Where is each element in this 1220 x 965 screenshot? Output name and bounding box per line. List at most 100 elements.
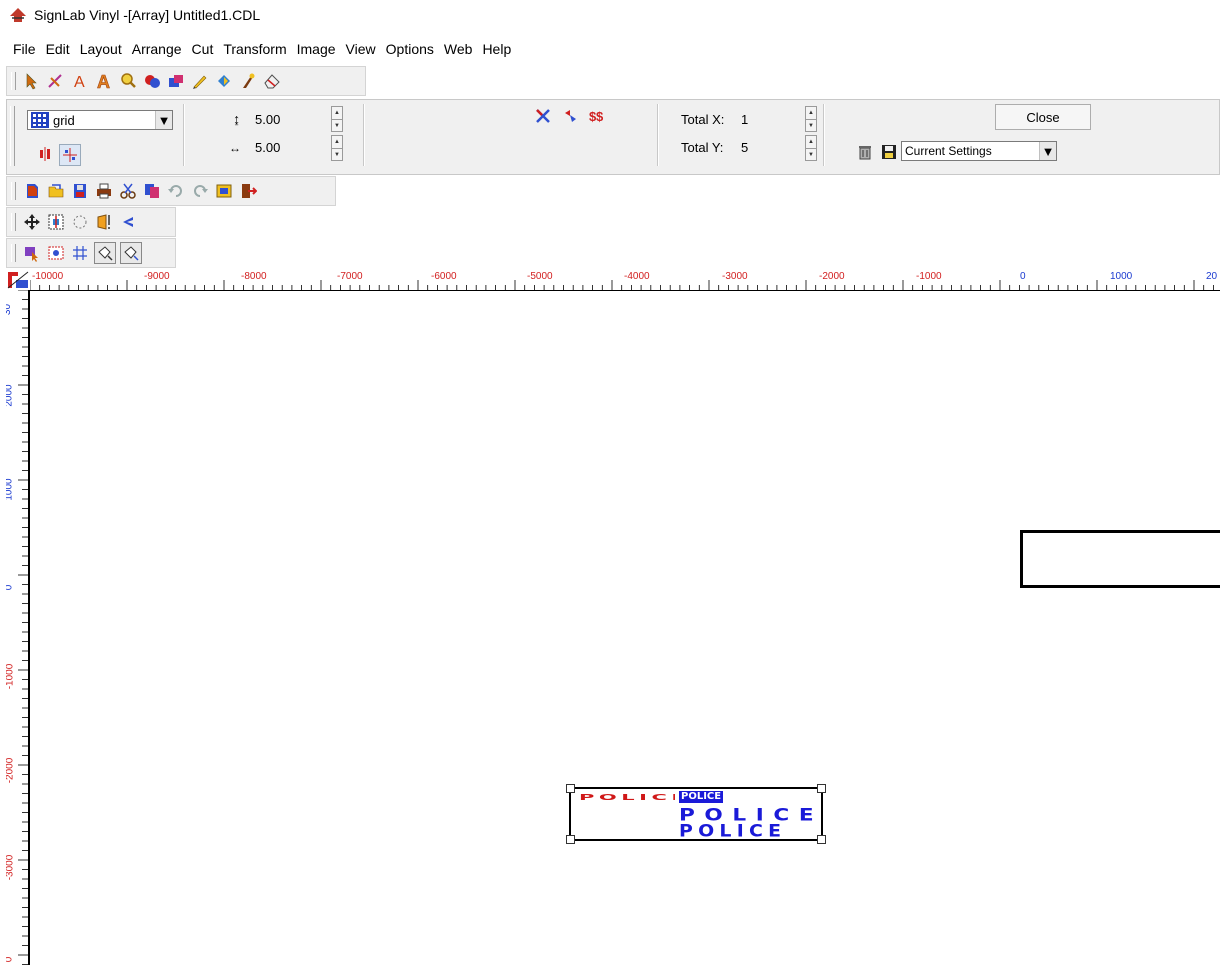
- chevron-down-icon[interactable]: ▼: [1039, 142, 1056, 160]
- close-button[interactable]: Close: [995, 104, 1091, 130]
- menu-image[interactable]: Image: [292, 41, 341, 57]
- horizontal-spacing-icon: ↔: [229, 141, 241, 155]
- undo-icon[interactable]: [166, 181, 186, 201]
- menu-options[interactable]: Options: [381, 41, 439, 57]
- spacing-x-spinner[interactable]: ▲ ▼: [331, 135, 343, 161]
- resize-handle[interactable]: [566, 784, 575, 793]
- array-link-icon[interactable]: $ $: [587, 106, 607, 126]
- separator: [363, 104, 365, 166]
- zoom-icon[interactable]: [118, 71, 138, 91]
- eraser-icon[interactable]: [262, 71, 282, 91]
- ruler-origin-icon[interactable]: [6, 270, 30, 290]
- signlab-app-icon: [10, 8, 26, 22]
- menu-file[interactable]: File: [8, 41, 41, 57]
- ruler-label: -2000: [819, 271, 845, 282]
- toolbar-grip[interactable]: [10, 106, 15, 166]
- chevron-down-icon[interactable]: ▼: [155, 111, 172, 129]
- skew-icon[interactable]: [118, 212, 138, 232]
- menu-transform[interactable]: Transform: [218, 41, 291, 57]
- shape-tool-icon[interactable]: [142, 71, 162, 91]
- ruler-label: -2000: [6, 757, 16, 784]
- spacing-y-spinner[interactable]: ▲ ▼: [331, 106, 343, 132]
- design-canvas[interactable]: POLICE POLICE POLICE POLICE: [30, 291, 1220, 965]
- transform-toolbar: [6, 207, 176, 237]
- total-y-label: Total Y:: [681, 140, 724, 155]
- scale-icon[interactable]: [46, 212, 66, 232]
- svg-text:$: $: [596, 109, 604, 124]
- toolbar-grip[interactable]: [11, 213, 16, 231]
- mirror-icon[interactable]: [94, 212, 114, 232]
- ruler-label: -1000: [916, 271, 942, 282]
- svg-text:A: A: [97, 72, 110, 90]
- total-x-value[interactable]: 1: [741, 112, 748, 127]
- save-icon[interactable]: [879, 142, 899, 162]
- move-icon[interactable]: [22, 212, 42, 232]
- title-bar: SignLab Vinyl -[Array] Untitled1.CDL: [0, 0, 1220, 30]
- grid-toggle-icon[interactable]: [70, 243, 90, 263]
- total-x-spinner[interactable]: ▲ ▼: [805, 106, 817, 132]
- ruler-label: 0: [6, 585, 14, 591]
- police-text-row: POLICE: [679, 823, 787, 839]
- menu-layout[interactable]: Layout: [75, 41, 127, 57]
- menu-help[interactable]: Help: [477, 41, 516, 57]
- preview-icon[interactable]: [46, 243, 66, 263]
- ruler-label: 0: [1020, 271, 1026, 282]
- pointer-tool-icon[interactable]: [22, 71, 42, 91]
- vertical-spacing-icon: ↨: [233, 111, 240, 127]
- array-rotate-icon[interactable]: [561, 106, 581, 126]
- open-icon[interactable]: [46, 181, 66, 201]
- separator: [823, 104, 825, 166]
- align-center-both-icon[interactable]: [59, 144, 81, 166]
- redo-icon[interactable]: [190, 181, 210, 201]
- object-toolbar: [6, 176, 336, 206]
- outline-text-icon[interactable]: A: [94, 71, 114, 91]
- ruler-label: 1000: [6, 478, 15, 501]
- spacing-x-value[interactable]: 5.00: [255, 140, 280, 155]
- total-y-spinner[interactable]: ▲ ▼: [805, 135, 817, 161]
- page-boundary: [1020, 530, 1220, 588]
- toolbar-grip[interactable]: [11, 244, 16, 262]
- toolbar-grip[interactable]: [11, 72, 16, 90]
- delete-preset-icon[interactable]: [855, 142, 875, 162]
- copy-icon[interactable]: [142, 181, 162, 201]
- array-type-select[interactable]: grid ▼: [27, 110, 173, 130]
- node-edit-icon[interactable]: [46, 71, 66, 91]
- print-icon[interactable]: [94, 181, 114, 201]
- save-file-icon[interactable]: [70, 181, 90, 201]
- toolbar-grip[interactable]: [11, 182, 16, 200]
- total-y-value[interactable]: 5: [741, 140, 748, 155]
- contour-icon[interactable]: [214, 71, 234, 91]
- array-offset-icon[interactable]: [533, 106, 553, 126]
- array-selection[interactable]: POLICE POLICE POLICE POLICE: [566, 784, 826, 844]
- ruler-label: 0: [6, 957, 14, 963]
- spacing-y-value[interactable]: 5.00: [255, 112, 280, 127]
- vertical-ruler[interactable]: 30 2000 1000 0 -1000 -2000 -3000 0: [6, 290, 30, 965]
- ruler-label: -7000: [337, 271, 363, 282]
- menu-bar: File Edit Layout Arrange Cut Transform I…: [0, 38, 516, 60]
- paint-bucket-alt-icon[interactable]: [120, 242, 142, 264]
- menu-arrange[interactable]: Arrange: [127, 41, 187, 57]
- fill-tool-icon[interactable]: [166, 71, 186, 91]
- horizontal-ruler[interactable]: -10000 -9000 -8000 -7000 -6000 -5000 -40…: [30, 270, 1220, 291]
- properties-icon[interactable]: [214, 181, 234, 201]
- select-view-icon[interactable]: [22, 243, 42, 263]
- separator: [183, 104, 185, 166]
- resize-handle[interactable]: [566, 835, 575, 844]
- resize-handle[interactable]: [817, 784, 826, 793]
- new-document-icon[interactable]: [22, 181, 42, 201]
- cut-icon[interactable]: [118, 181, 138, 201]
- menu-edit[interactable]: Edit: [41, 41, 75, 57]
- menu-view[interactable]: View: [341, 41, 381, 57]
- paint-bucket-icon[interactable]: [94, 242, 116, 264]
- exit-icon[interactable]: [238, 181, 258, 201]
- menu-web[interactable]: Web: [439, 41, 478, 57]
- text-tool-icon[interactable]: A: [70, 71, 90, 91]
- pencil-icon[interactable]: [190, 71, 210, 91]
- brush-icon[interactable]: [238, 71, 258, 91]
- rotate-icon[interactable]: [70, 212, 90, 232]
- array-type-value: grid: [53, 112, 75, 128]
- ruler-label: 20: [1206, 271, 1218, 282]
- preset-select[interactable]: Current Settings ▼: [901, 141, 1057, 161]
- align-center-h-icon[interactable]: [35, 144, 55, 164]
- menu-cut[interactable]: Cut: [187, 41, 219, 57]
